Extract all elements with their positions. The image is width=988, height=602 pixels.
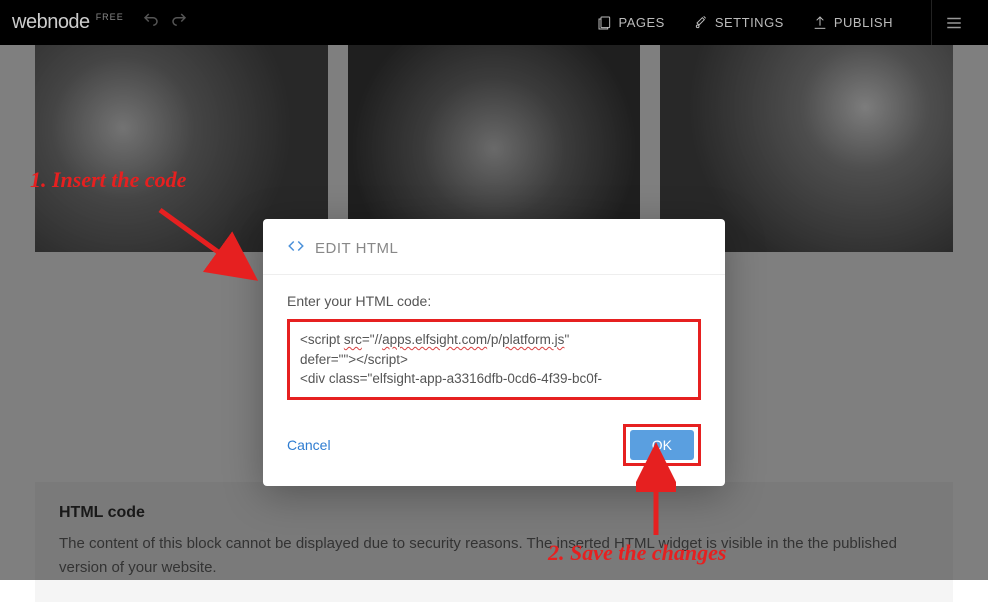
history-controls — [142, 11, 188, 34]
settings-label: SETTINGS — [715, 15, 784, 30]
modal-title: EDIT HTML — [315, 240, 398, 257]
menu-button[interactable] — [931, 0, 976, 45]
input-label: Enter your HTML code: — [287, 293, 701, 309]
settings-button[interactable]: SETTINGS — [693, 15, 784, 31]
pages-label: PAGES — [619, 15, 665, 30]
ok-button[interactable]: OK — [630, 430, 694, 460]
free-badge: FREE — [96, 12, 124, 22]
brand-logo: webnode — [12, 11, 90, 34]
cancel-button[interactable]: Cancel — [287, 437, 331, 453]
modal-footer: Cancel OK — [263, 414, 725, 486]
code-icon — [287, 237, 305, 260]
modal-body: Enter your HTML code: <script src="//app… — [263, 275, 725, 414]
page-canvas: HTML code The content of this block cann… — [0, 45, 988, 580]
topbar-actions: PAGES SETTINGS PUBLISH — [597, 0, 977, 45]
publish-label: PUBLISH — [834, 15, 893, 30]
ok-highlight: OK — [623, 424, 701, 466]
html-code-input[interactable]: <script src="//apps.elfsight.com/p/platf… — [287, 319, 701, 400]
pages-button[interactable]: PAGES — [597, 15, 665, 31]
publish-button[interactable]: PUBLISH — [812, 15, 893, 31]
redo-icon[interactable] — [170, 11, 188, 34]
modal-header: EDIT HTML — [263, 219, 725, 275]
edit-html-modal: EDIT HTML Enter your HTML code: <script … — [263, 219, 725, 486]
undo-icon[interactable] — [142, 11, 160, 34]
top-bar: webnode FREE PAGES SETTINGS PUBLISH — [0, 0, 988, 45]
